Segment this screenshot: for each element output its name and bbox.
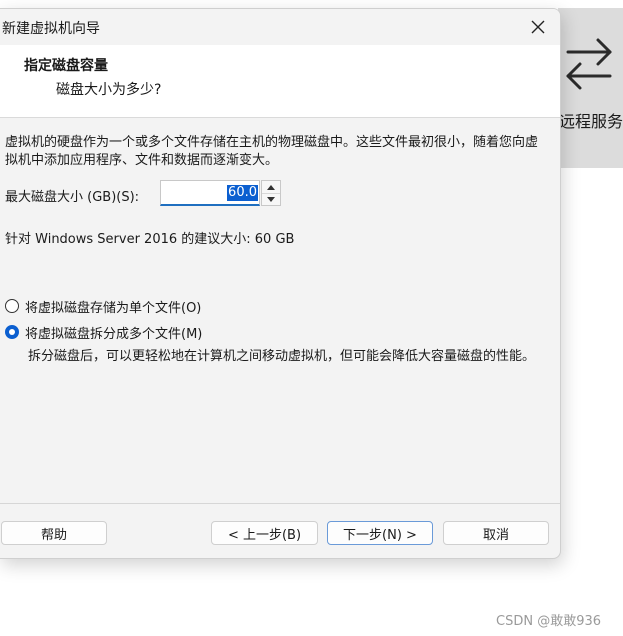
- wizard-content: 虚拟机的硬盘作为一个或多个文件存储在主机的物理磁盘中。这些文件最初很小，随着您向…: [0, 118, 560, 488]
- split-files-option[interactable]: 将虚拟磁盘拆分成多个文件(M): [5, 322, 202, 342]
- close-button[interactable]: [520, 11, 556, 43]
- max-disk-size-stepper: [261, 180, 281, 206]
- window-title: 新建虚拟机向导: [2, 21, 100, 37]
- caret-up-icon: [267, 184, 275, 190]
- recommended-size-text: 针对 Windows Server 2016 的建议大小: 60 GB: [5, 232, 295, 247]
- transfer-arrows-icon: [566, 38, 612, 90]
- split-files-radio[interactable]: [5, 325, 19, 339]
- wizard-header: 指定磁盘容量 磁盘大小为多少?: [0, 45, 560, 118]
- new-vm-wizard-dialog: 新建虚拟机向导 指定磁盘容量 磁盘大小为多少? 虚拟机的硬盘作为一个或多个文件存…: [0, 8, 561, 559]
- close-icon: [531, 20, 545, 34]
- max-disk-size-label: 最大磁盘大小 (GB)(S):: [5, 190, 140, 205]
- single-file-radio[interactable]: [5, 299, 19, 313]
- split-description: 拆分磁盘后，可以更轻松地在计算机之间移动虚拟机，但可能会降低大容量磁盘的性能。: [28, 349, 536, 364]
- help-button[interactable]: 帮助: [1, 521, 107, 545]
- step-subtitle: 磁盘大小为多少?: [56, 82, 162, 98]
- stepper-down-button[interactable]: [262, 193, 280, 205]
- next-button[interactable]: 下一步(N) >: [327, 521, 433, 545]
- back-button[interactable]: < 上一步(B): [211, 521, 318, 545]
- single-file-option[interactable]: 将虚拟磁盘存储为单个文件(O): [5, 296, 201, 316]
- cancel-button[interactable]: 取消: [443, 521, 549, 545]
- step-title: 指定磁盘容量: [24, 58, 108, 74]
- title-bar[interactable]: 新建虚拟机向导: [0, 9, 560, 45]
- max-disk-size-input[interactable]: 60.0: [160, 180, 260, 206]
- remote-service-label: 远程服务: [559, 112, 623, 131]
- caret-down-icon: [267, 196, 275, 202]
- split-files-label: 将虚拟磁盘拆分成多个文件(M): [25, 326, 203, 342]
- max-disk-size-value: 60.0: [227, 185, 258, 201]
- watermark-text: CSDN @敢敢936: [496, 614, 602, 629]
- disk-description: 虚拟机的硬盘作为一个或多个文件存储在主机的物理磁盘中。这些文件最初很小，随着您向…: [5, 135, 539, 168]
- wizard-footer: 帮助 < 上一步(B) 下一步(N) > 取消: [0, 504, 560, 558]
- single-file-label: 将虚拟磁盘存储为单个文件(O): [25, 300, 202, 316]
